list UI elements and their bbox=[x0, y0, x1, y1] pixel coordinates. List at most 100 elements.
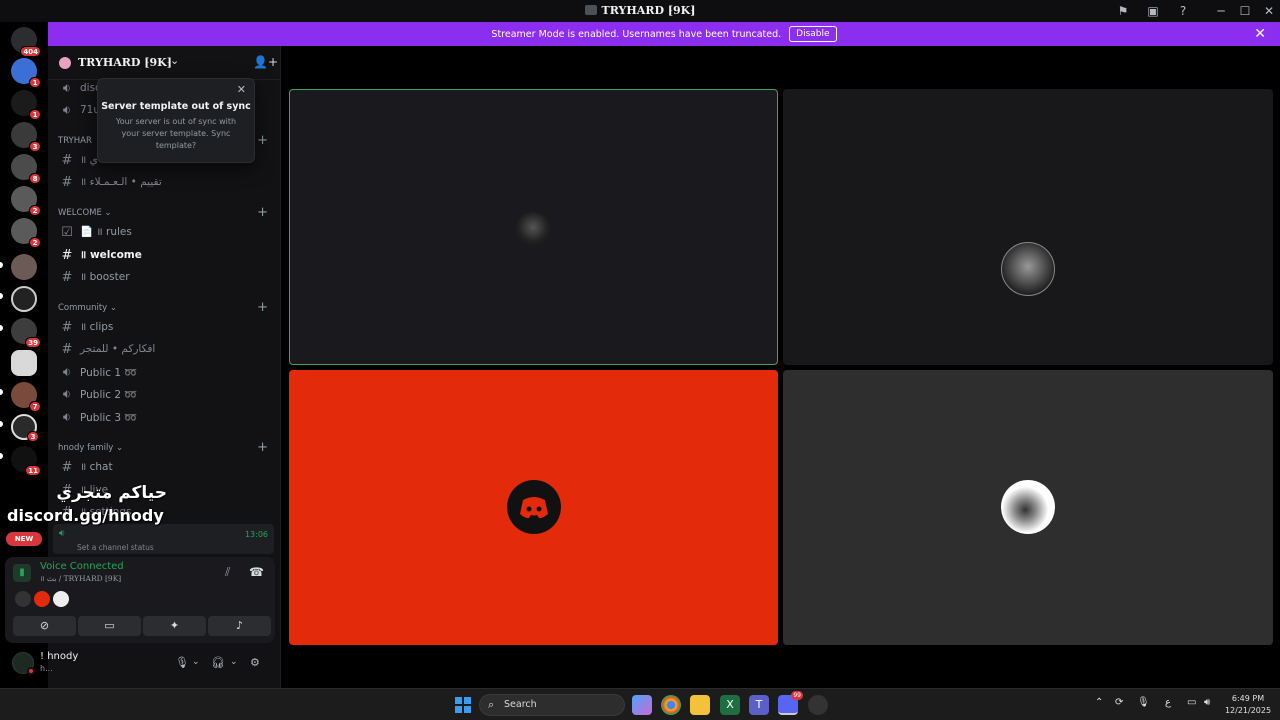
rules-channel-item[interactable]: ☑ 📄 ॥ rules bbox=[54, 222, 274, 242]
chrome-icon[interactable] bbox=[661, 695, 681, 715]
close-icon[interactable]: ✕ bbox=[1254, 26, 1266, 42]
teams-icon[interactable]: T bbox=[749, 695, 769, 715]
discord-taskbar-icon[interactable]: 99 bbox=[778, 691, 803, 715]
close-icon[interactable]: ✕ bbox=[237, 83, 246, 96]
add-channel-icon[interactable]: + bbox=[257, 300, 268, 315]
app-icon[interactable] bbox=[808, 695, 828, 715]
disable-streamer-mode-button[interactable]: Disable bbox=[789, 26, 837, 42]
server-icon[interactable]: 2 bbox=[11, 218, 41, 248]
mention-badge: 1 bbox=[29, 109, 41, 120]
unread-pill bbox=[0, 293, 3, 299]
server-icon[interactable]: 1 bbox=[11, 58, 41, 88]
text-channel-item[interactable]: # ॥ clips bbox=[54, 317, 274, 337]
noise-suppression-icon[interactable]: ⫽ bbox=[225, 565, 230, 580]
headphones-icon[interactable]: 🎧︎ bbox=[211, 656, 225, 669]
volume-icon[interactable]: 🔊︎ bbox=[1204, 697, 1210, 708]
excel-icon[interactable]: X bbox=[720, 695, 740, 715]
voice-timer: 13:06 bbox=[244, 530, 268, 539]
voice-channel-item[interactable]: 🔉︎ Public 2 ➿ bbox=[54, 384, 274, 404]
taskbar-search[interactable]: ⌕ Search bbox=[479, 694, 625, 716]
username[interactable]: ! hnody bbox=[40, 651, 78, 662]
mention-badge: 1 bbox=[29, 77, 41, 88]
server-icon[interactable]: 8 bbox=[11, 154, 41, 184]
participant-avatar[interactable] bbox=[15, 591, 31, 607]
server-icon[interactable]: 1 bbox=[11, 90, 41, 120]
text-channel-item[interactable]: # ॥ welcome bbox=[54, 245, 274, 265]
mention-badge: 3 bbox=[29, 141, 41, 152]
chevron-down-icon[interactable]: ⌄ bbox=[192, 657, 200, 667]
server-icon[interactable]: 11 bbox=[11, 446, 41, 476]
close-window-icon[interactable]: ✕ bbox=[1257, 0, 1280, 22]
voice-status[interactable]: Voice Connected bbox=[40, 561, 124, 572]
voice-channel-path[interactable]: ॥ بث / TRYHARD ⁅9K⁆ bbox=[40, 574, 121, 584]
voice-channel-item[interactable]: 🔉︎ Public 1 ➿ bbox=[54, 362, 274, 382]
system-clock[interactable]: 6:49 PM 12/21/2025 bbox=[1222, 693, 1274, 717]
microphone-icon[interactable]: 🎙︎ bbox=[1137, 697, 1150, 708]
windows-start-icon[interactable] bbox=[455, 697, 471, 713]
participant-tile[interactable] bbox=[289, 370, 778, 645]
popup-title: Server template out of sync bbox=[101, 101, 251, 112]
participant-tile[interactable] bbox=[783, 89, 1273, 365]
add-channel-icon[interactable]: + bbox=[257, 205, 268, 220]
microphone-icon[interactable]: 🎙︎ bbox=[175, 656, 189, 669]
chevron-down-icon[interactable]: ⌄ bbox=[170, 54, 179, 67]
signal-icon[interactable]: ▮ bbox=[13, 564, 31, 582]
text-channel-item[interactable]: # ॥ تقييم • الـعـمـلاء bbox=[54, 172, 274, 192]
notification-badge: 99 bbox=[791, 691, 803, 700]
set-channel-status[interactable]: Set a channel status bbox=[77, 543, 154, 552]
soundboard-button[interactable]: ♪ bbox=[208, 616, 271, 636]
copilot-icon[interactable] bbox=[632, 695, 652, 715]
sync-icon[interactable]: ⟳ bbox=[1115, 697, 1123, 708]
server-icon[interactable]: 7 bbox=[11, 382, 41, 412]
category-header[interactable]: WELCOME ⌄ + bbox=[58, 205, 268, 220]
server-icon[interactable] bbox=[11, 350, 37, 376]
text-channel-item[interactable]: # افكاركم • للمتجر bbox=[54, 339, 274, 359]
language-indicator[interactable]: ع bbox=[1165, 697, 1171, 708]
category-header[interactable]: hnody family ⌄ + bbox=[58, 440, 268, 455]
active-voice-channel-item[interactable]: 🔉︎ 13:06 Set a channel status bbox=[53, 524, 274, 554]
server-icon[interactable]: 2 bbox=[11, 186, 41, 216]
speaker-icon: 🔉︎ bbox=[62, 364, 72, 380]
screen-share-button[interactable]: ▭ bbox=[78, 616, 141, 636]
text-channel-item[interactable]: # ॥ booster bbox=[54, 267, 274, 287]
gear-icon[interactable]: ⚙ bbox=[250, 656, 260, 669]
maximize-icon[interactable]: ☐ bbox=[1233, 0, 1257, 22]
flag-icon[interactable]: ⚑ bbox=[1115, 3, 1131, 19]
server-icon[interactable] bbox=[11, 286, 37, 312]
server-icon[interactable]: 3 bbox=[11, 122, 41, 152]
hash-icon: # bbox=[61, 341, 73, 357]
inbox-icon[interactable]: ▣ bbox=[1145, 3, 1161, 19]
participant-avatar[interactable] bbox=[34, 591, 50, 607]
text-channel-item[interactable]: # ॥ chat bbox=[54, 457, 274, 477]
participant-avatar bbox=[1001, 480, 1055, 534]
home-discord-icon[interactable]: 404 bbox=[11, 27, 41, 57]
server-icon[interactable]: 39 bbox=[11, 318, 41, 348]
category-header[interactable]: Community ⌄ + bbox=[58, 300, 268, 315]
participant-tile-speaking[interactable] bbox=[289, 89, 778, 365]
search-icon: ⌕ bbox=[488, 698, 495, 711]
user-status: h... bbox=[40, 664, 53, 673]
add-channel-icon[interactable]: + bbox=[257, 133, 268, 148]
help-icon[interactable]: ? bbox=[1175, 3, 1191, 19]
activities-button[interactable]: ✦ bbox=[143, 616, 206, 636]
server-icon[interactable] bbox=[11, 254, 37, 280]
chevron-down-icon[interactable]: ⌄ bbox=[230, 657, 238, 667]
streamer-mode-banner: Streamer Mode is enabled. Usernames have… bbox=[48, 22, 1280, 46]
participant-tile[interactable] bbox=[783, 370, 1273, 645]
add-channel-icon[interactable]: + bbox=[257, 440, 268, 455]
server-header[interactable]: TRYHARD ⁅9K⁆ ⌄ 👤+ bbox=[48, 46, 281, 80]
mention-badge: 2 bbox=[29, 205, 41, 216]
add-member-icon[interactable]: 👤+ bbox=[253, 55, 278, 69]
disconnect-icon[interactable]: ☎ bbox=[249, 565, 264, 579]
avatar[interactable] bbox=[12, 652, 35, 675]
chevron-up-icon[interactable]: ⌃ bbox=[1095, 697, 1103, 708]
camera-off-button[interactable]: ⊘ bbox=[13, 616, 76, 636]
file-explorer-icon[interactable] bbox=[690, 695, 710, 715]
hash-icon: # bbox=[61, 247, 73, 263]
hash-icon: # bbox=[61, 319, 73, 335]
server-icon[interactable]: 3 bbox=[11, 414, 39, 442]
voice-channel-item[interactable]: 🔉︎ Public 3 ➿ bbox=[54, 407, 274, 427]
minimize-icon[interactable]: ─ bbox=[1209, 0, 1233, 22]
network-icon[interactable]: ▭ bbox=[1187, 697, 1196, 708]
participant-avatar[interactable] bbox=[53, 591, 69, 607]
